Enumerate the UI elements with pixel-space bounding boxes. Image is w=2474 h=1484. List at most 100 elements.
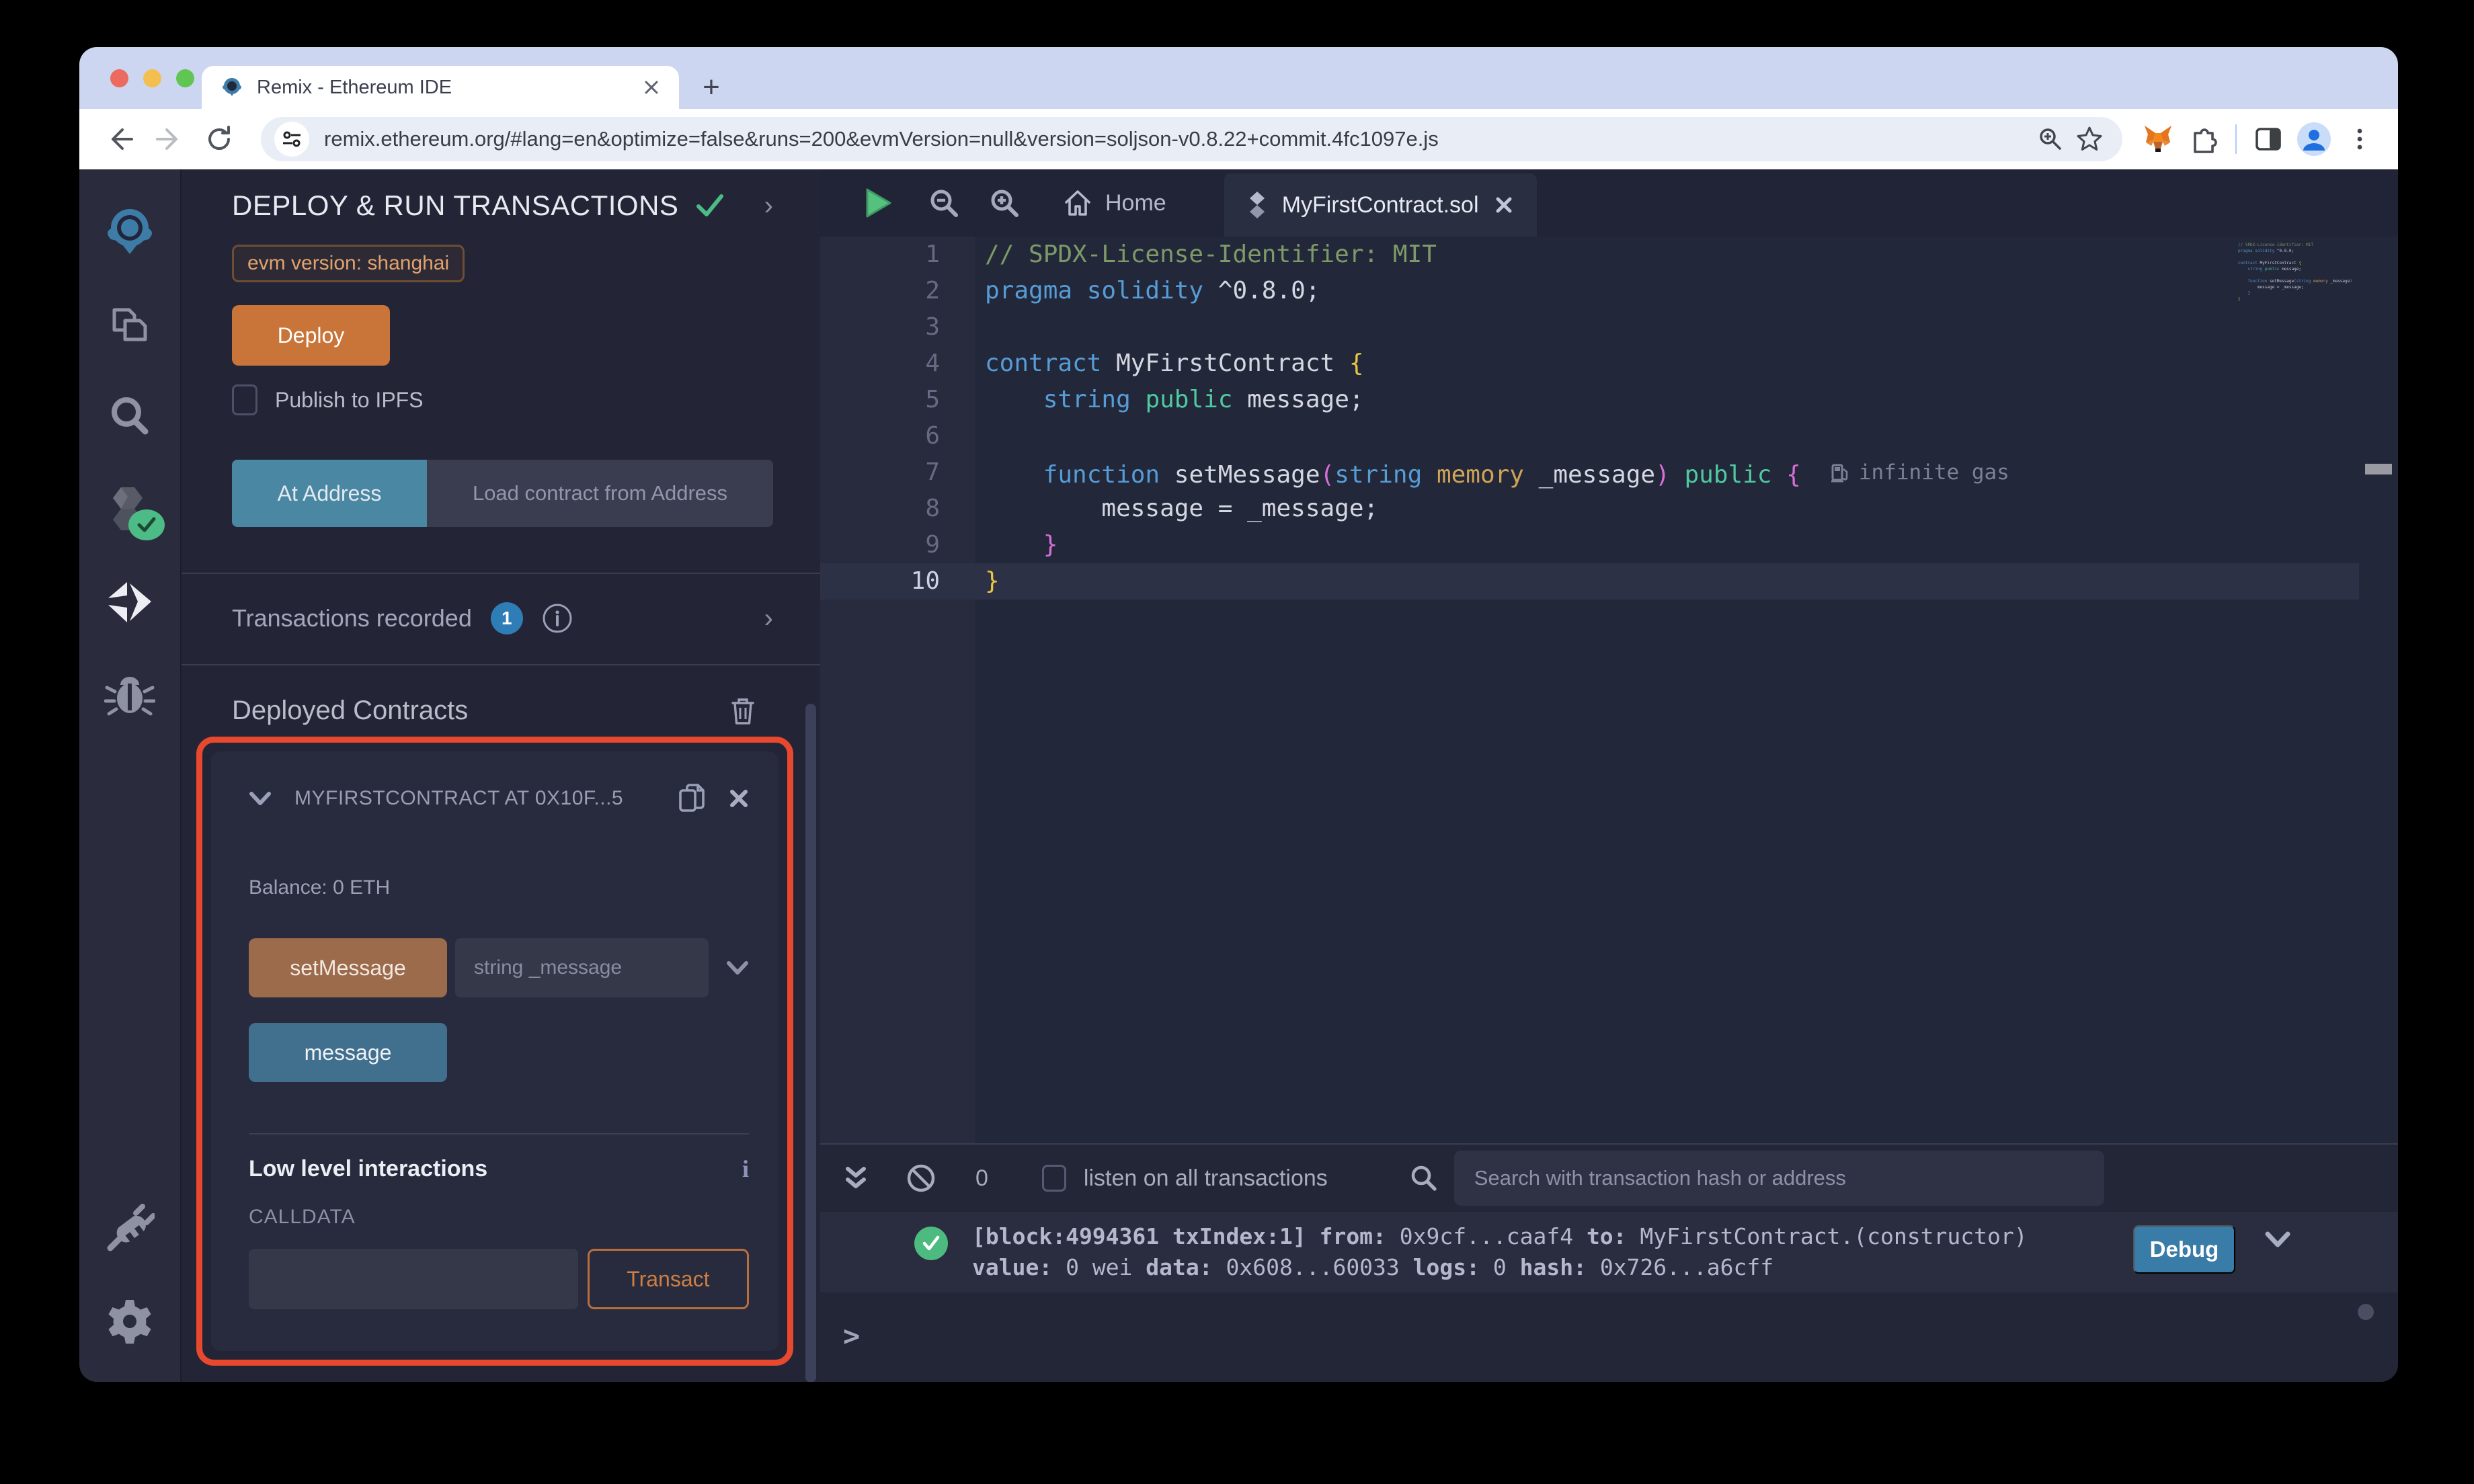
line-number: 6	[925, 422, 940, 450]
publish-ipfs-checkbox[interactable]	[232, 384, 257, 415]
search-icon[interactable]	[97, 384, 162, 449]
line-number: 10	[910, 567, 940, 595]
chrome-menu-icon[interactable]	[2340, 120, 2379, 159]
remix-favicon-icon	[221, 76, 243, 99]
run-script-play-icon[interactable]	[865, 187, 893, 219]
side-panel-icon[interactable]	[2249, 120, 2288, 159]
line-number: 5	[925, 386, 940, 413]
reload-button[interactable]	[198, 118, 241, 161]
tab-strip: Remix - Ethereum IDE +	[79, 47, 2398, 109]
tab-file-close-icon[interactable]	[1495, 196, 1513, 214]
terminal-search-icon	[1408, 1163, 1438, 1193]
code-editor[interactable]: 1// SPDX-License-Identifier: MIT 2 pragma …	[820, 237, 2398, 1143]
debug-button[interactable]: Debug	[2133, 1225, 2235, 1274]
contract-title[interactable]: MYFIRSTCONTRACT AT 0X10F...5	[294, 787, 655, 810]
settings-gear-icon[interactable]	[97, 1289, 162, 1354]
remix-logo-icon[interactable]	[97, 199, 162, 263]
address-bar[interactable]: remix.ethereum.org/#lang=en&optimize=fal…	[261, 117, 2122, 161]
terminal-search-input[interactable]	[1453, 1151, 2104, 1206]
code-line[interactable]: 8 message = _message;	[820, 491, 2359, 527]
panel-divider	[182, 664, 820, 665]
panel-expand-chevron-icon[interactable]: ›	[764, 191, 773, 221]
log-expand-chevron-icon[interactable]	[2265, 1231, 2290, 1248]
code-line[interactable]: 3	[820, 309, 2359, 345]
copy-address-icon[interactable]	[678, 782, 706, 815]
editor-minimap[interactable]: // SPDX-License-Identifier: MIT pragma s…	[2238, 242, 2354, 302]
deploy-and-run-icon[interactable]	[97, 570, 162, 634]
url-text[interactable]: remix.ethereum.org/#lang=en&optimize=fal…	[324, 127, 2031, 151]
panel-check-icon	[696, 194, 724, 218]
tab-home[interactable]: Home	[1064, 189, 1166, 217]
transactions-expand-chevron-icon[interactable]: ›	[764, 604, 773, 634]
contract-collapse-chevron-icon[interactable]	[249, 790, 272, 807]
close-window-button[interactable]	[110, 69, 128, 87]
plugin-manager-icon[interactable]	[97, 1196, 162, 1261]
panel-scrollbar[interactable]	[805, 704, 816, 1382]
set-message-param-input[interactable]	[455, 938, 709, 997]
line-number: 9	[925, 531, 940, 559]
message-getter-button[interactable]: message	[249, 1023, 447, 1082]
transactions-count-badge: 1	[490, 602, 523, 634]
bookmark-star-icon[interactable]	[2070, 120, 2109, 159]
extensions-puzzle-icon[interactable]	[2184, 120, 2223, 159]
terminal: 0 listen on all transactions [block:4994…	[820, 1143, 2398, 1382]
code-line[interactable]: 1// SPDX-License-Identifier: MIT	[820, 237, 2359, 273]
calldata-label: CALLDATA	[249, 1206, 356, 1228]
forward-button[interactable]	[148, 118, 191, 161]
home-icon	[1064, 189, 1092, 217]
code-line[interactable]: 6	[820, 418, 2359, 454]
editor-scrollbar-thumb[interactable]	[2365, 464, 2392, 475]
terminal-prompt[interactable]: >	[820, 1292, 2398, 1352]
terminal-scroll-dot[interactable]	[2358, 1304, 2374, 1320]
transactions-info-icon[interactable]	[542, 603, 573, 634]
line-number: 2	[925, 277, 940, 304]
solidity-compiler-icon[interactable]	[97, 477, 165, 542]
site-settings-icon[interactable]	[274, 122, 309, 157]
terminal-toolbar: 0 listen on all transactions	[820, 1145, 2398, 1212]
deploy-button[interactable]: Deploy	[232, 305, 390, 366]
remove-contract-icon[interactable]	[729, 788, 749, 809]
tab-myfirstcontract[interactable]: MyFirstContract.sol	[1224, 173, 1537, 237]
line-number: 8	[925, 495, 940, 522]
zoom-out-icon[interactable]	[928, 187, 960, 219]
metamask-extension-icon[interactable]	[2139, 120, 2178, 159]
zoom-page-icon[interactable]	[2031, 120, 2070, 159]
editor-scrollbar-track[interactable]	[2359, 237, 2398, 1143]
new-tab-button[interactable]: +	[691, 67, 731, 108]
zoom-in-icon[interactable]	[988, 187, 1021, 219]
transact-button[interactable]: Transact	[587, 1249, 749, 1309]
tab-home-label: Home	[1105, 190, 1166, 216]
clear-deployed-trash-icon[interactable]	[729, 695, 757, 726]
browser-tab[interactable]: Remix - Ethereum IDE	[202, 66, 679, 109]
listen-all-label[interactable]: listen on all transactions	[1084, 1165, 1328, 1192]
low-level-interactions-label: Low level interactions	[249, 1155, 488, 1182]
calldata-input[interactable]	[249, 1249, 578, 1309]
listen-all-checkbox[interactable]	[1041, 1165, 1066, 1192]
profile-avatar[interactable]	[2295, 120, 2333, 159]
code-line[interactable]: 7 function setMessage(string memory _mes…	[820, 454, 2359, 491]
code-line[interactable]: 5 string public message;	[820, 382, 2359, 418]
code-line[interactable]: 2 pragma solidity ^0.8.0;	[820, 273, 2359, 309]
set-message-function-button[interactable]: setMessage	[249, 938, 447, 997]
low-level-info-icon[interactable]: i	[742, 1155, 749, 1183]
load-contract-address-input[interactable]: Load contract from Address	[427, 460, 773, 527]
clear-console-ban-icon[interactable]	[906, 1163, 936, 1194]
code-line[interactable]: 4 contract MyFirstContract {	[820, 345, 2359, 382]
editor-column: Home MyFirstContract.sol 1// SPDX-Licens…	[820, 169, 2398, 1382]
gas-annotation: infinite gas	[1831, 454, 2009, 491]
file-explorer-icon[interactable]	[97, 292, 162, 356]
transaction-log-entry[interactable]: [block:4994361 txIndex:1] from: 0x9cf...…	[820, 1212, 2398, 1292]
code-line[interactable]: 10}	[820, 563, 2359, 600]
browser-window: Remix - Ethereum IDE + remix.ethereum.or…	[79, 47, 2398, 1382]
minimize-window-button[interactable]	[143, 69, 161, 87]
expand-params-chevron-icon[interactable]	[726, 960, 749, 976]
back-button[interactable]	[98, 118, 141, 161]
deployed-contract-card: MYFIRSTCONTRACT AT 0X10F...5 Balance: 0 …	[211, 751, 779, 1351]
code-line[interactable]: 9 }	[820, 527, 2359, 563]
at-address-button[interactable]: At Address	[232, 460, 427, 527]
tab-close-icon[interactable]	[643, 79, 660, 96]
terminal-collapse-icon[interactable]	[844, 1165, 868, 1192]
maximize-window-button[interactable]	[176, 69, 194, 87]
browser-toolbar: remix.ethereum.org/#lang=en&optimize=fal…	[79, 109, 2398, 169]
debugger-icon[interactable]	[97, 663, 162, 727]
